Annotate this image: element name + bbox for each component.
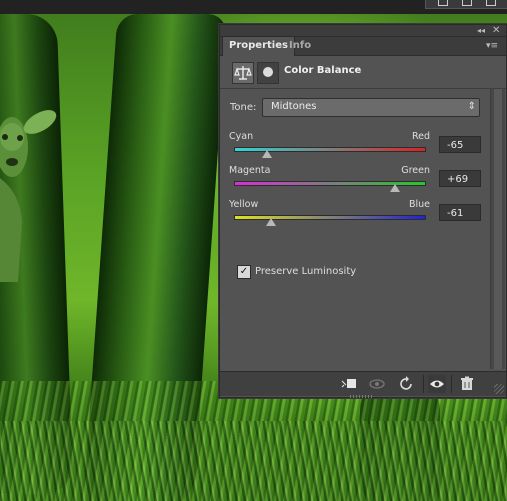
panel-menu-icon[interactable]: ▾≡ bbox=[486, 41, 502, 51]
tone-select[interactable]: Midtones ⇕ bbox=[262, 98, 480, 117]
panel-bottom-toolbar bbox=[220, 371, 506, 396]
yellow-blue-track[interactable] bbox=[234, 215, 426, 220]
scales-icon bbox=[234, 66, 252, 80]
magenta-green-thumb[interactable] bbox=[389, 184, 400, 192]
panel-scrollbar[interactable] bbox=[490, 89, 505, 369]
visibility-eye-icon[interactable] bbox=[428, 375, 446, 393]
reset-icon[interactable] bbox=[398, 375, 416, 393]
magenta-green-slider-row: Magenta Green +69 bbox=[220, 165, 488, 199]
cyan-red-thumb[interactable] bbox=[262, 150, 273, 158]
preserve-luminosity-checkbox[interactable]: ✓ bbox=[237, 265, 251, 279]
double-chevron-left-icon[interactable]: ◂◂ bbox=[477, 26, 489, 35]
yellow-blue-slider-row: Yellow Blue -61 bbox=[220, 199, 488, 233]
view-previous-state-icon[interactable] bbox=[368, 375, 386, 393]
deer-image bbox=[0, 110, 57, 282]
close-window-button[interactable] bbox=[482, 0, 500, 7]
yellow-blue-value-input[interactable]: -61 bbox=[439, 204, 481, 221]
toolbar-separator bbox=[423, 375, 424, 393]
slider-right-label: Green bbox=[401, 165, 430, 176]
slider-left-label: Magenta bbox=[229, 165, 271, 176]
up-down-arrows-icon: ⇕ bbox=[467, 101, 476, 112]
resize-grip-icon[interactable] bbox=[494, 384, 504, 394]
layer-mask-icon[interactable] bbox=[257, 62, 279, 84]
magenta-green-value-input[interactable]: +69 bbox=[439, 170, 481, 187]
minimize-window-button[interactable] bbox=[434, 0, 452, 7]
yellow-blue-thumb[interactable] bbox=[266, 218, 277, 226]
scrollbar-thumb[interactable] bbox=[494, 89, 502, 369]
slider-right-label: Blue bbox=[408, 199, 430, 210]
window-controls bbox=[425, 0, 507, 9]
tab-info[interactable]: Info bbox=[283, 37, 317, 55]
panel-drag-handle[interactable] bbox=[350, 395, 374, 398]
panel-title: Color Balance bbox=[284, 65, 362, 76]
slider-left-label: Cyan bbox=[229, 131, 254, 142]
cyan-red-slider-row: Cyan Red -65 bbox=[220, 131, 488, 165]
properties-panel: ◂◂ ✕ Properties Info ▾≡ Color Balance To… bbox=[219, 24, 507, 398]
cyan-red-value-input[interactable]: -65 bbox=[439, 136, 481, 153]
panel-tabs: Properties Info ▾≡ bbox=[220, 36, 506, 56]
maximize-window-button[interactable] bbox=[458, 0, 476, 7]
adjustment-header: Color Balance bbox=[220, 56, 506, 89]
preserve-luminosity-label: Preserve Luminosity bbox=[255, 266, 357, 277]
tone-select-value: Midtones bbox=[271, 101, 317, 112]
close-icon[interactable]: ✕ bbox=[492, 25, 504, 36]
clip-to-layer-icon[interactable] bbox=[340, 375, 358, 393]
color-balance-icon[interactable] bbox=[232, 62, 254, 84]
adjustment-content: Tone: Midtones ⇕ Cyan Red -65 Magenta Gr… bbox=[220, 89, 488, 369]
slider-right-label: Red bbox=[411, 131, 430, 142]
trash-icon[interactable] bbox=[458, 375, 476, 393]
grass-foreground bbox=[0, 421, 507, 501]
slider-left-label: Yellow bbox=[229, 199, 259, 210]
tone-label: Tone: bbox=[230, 102, 257, 113]
toolbar-separator bbox=[451, 375, 452, 393]
